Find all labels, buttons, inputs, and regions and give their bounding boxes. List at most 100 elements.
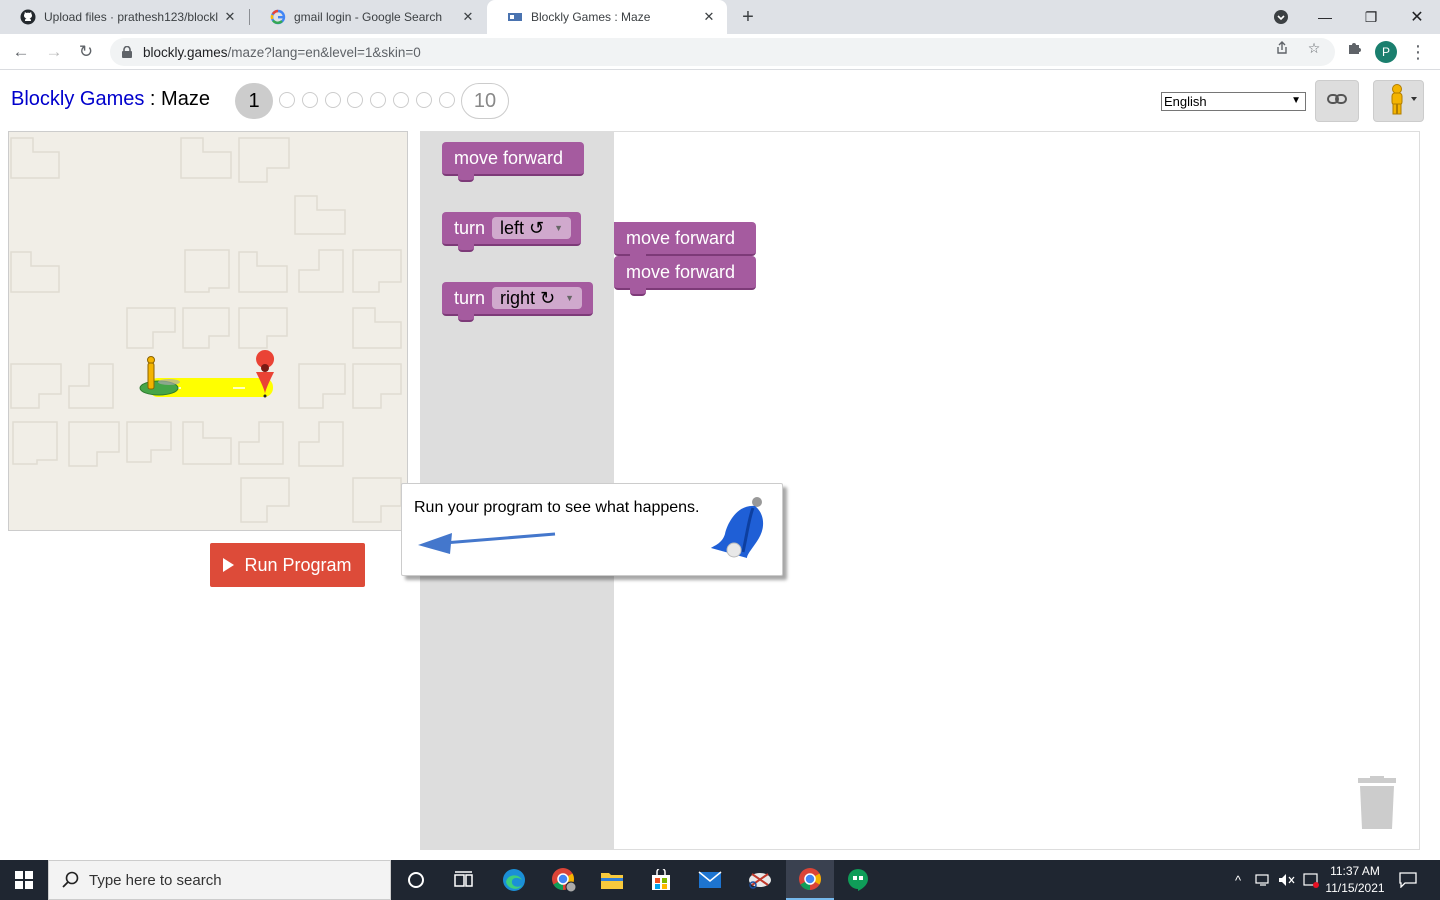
- run-program-button[interactable]: Run Program: [210, 543, 365, 587]
- block-label: turn: [454, 287, 486, 308]
- level-dot[interactable]: [370, 92, 386, 108]
- level-last[interactable]: 10: [461, 83, 509, 119]
- link-icon: [1327, 92, 1347, 110]
- hint-bubble: Run your program to see what happens.: [401, 483, 783, 576]
- github-icon: [20, 9, 36, 25]
- notification-status-icon[interactable]: [1300, 860, 1322, 900]
- bookmark-star-icon[interactable]: ☆: [1306, 40, 1322, 56]
- chevron-down-icon: ▼: [554, 223, 564, 233]
- cortana-icon[interactable]: [392, 860, 440, 900]
- taskbar-clock[interactable]: 11:37 AM 11/15/2021: [1322, 863, 1388, 897]
- url-path: /maze?lang=en&level=1&skin=0: [227, 44, 421, 60]
- share-icon[interactable]: [1274, 40, 1290, 56]
- clock-date: 11/15/2021: [1325, 881, 1385, 895]
- level-current[interactable]: 1: [235, 83, 273, 119]
- level-dot[interactable]: [325, 92, 341, 108]
- forward-icon[interactable]: →: [41, 39, 67, 65]
- volume-muted-icon[interactable]: [1276, 860, 1298, 900]
- title-separator: :: [144, 88, 162, 110]
- restore-icon[interactable]: ❐: [1348, 0, 1394, 34]
- pegman-icon: [147, 356, 180, 390]
- profile-avatar[interactable]: P: [1375, 41, 1397, 63]
- tab-title: Blockly Games : Maze: [531, 10, 651, 24]
- level-dot[interactable]: [302, 92, 318, 108]
- extensions-icon[interactable]: [1346, 40, 1362, 56]
- search-icon: [61, 870, 81, 890]
- maze-display: [8, 131, 408, 531]
- lock-icon[interactable]: [122, 46, 134, 58]
- tab-search-icon[interactable]: [1258, 0, 1304, 34]
- toolbox-block-turn-right[interactable]: turn right ↻ ▼: [442, 282, 593, 322]
- tab-blockly-maze[interactable]: Blockly Games : Maze ✕: [487, 0, 727, 34]
- blockly-games-link[interactable]: Blockly Games: [11, 88, 144, 110]
- hangouts-icon[interactable]: [834, 860, 882, 900]
- action-center-icon[interactable]: [1394, 860, 1422, 900]
- windows-start-icon[interactable]: [0, 860, 48, 900]
- address-bar[interactable]: blockly.games/maze?lang=en&level=1&skin=…: [110, 38, 1335, 66]
- browser-toolbar: ← → ↻ blockly.games/maze?lang=en&level=1…: [0, 34, 1440, 70]
- tab-title: gmail login - Google Search: [294, 10, 443, 24]
- toolbox-block-move-forward[interactable]: move forward: [442, 142, 584, 182]
- level-dot[interactable]: [416, 92, 432, 108]
- tab-google-search[interactable]: gmail login - Google Search ✕: [250, 0, 486, 34]
- minimize-icon[interactable]: —: [1302, 0, 1348, 34]
- pegman-button[interactable]: [1373, 80, 1424, 122]
- turn-direction-dropdown[interactable]: left ↺ ▼: [492, 217, 572, 239]
- dropdown-value: right ↻: [500, 287, 556, 308]
- new-tab-button[interactable]: +: [737, 6, 759, 28]
- play-icon: [223, 558, 235, 572]
- level-dot[interactable]: [393, 92, 409, 108]
- turn-direction-dropdown[interactable]: right ↻ ▼: [492, 287, 583, 309]
- close-tab-icon[interactable]: ✕: [460, 9, 476, 25]
- microsoft-store-icon[interactable]: [637, 860, 685, 900]
- block-label: move forward: [626, 227, 736, 248]
- level-dot[interactable]: [279, 92, 295, 108]
- google-icon: [270, 9, 286, 25]
- arrow-left-icon: [418, 532, 556, 554]
- block-label: move forward: [454, 147, 564, 168]
- close-tab-icon[interactable]: ✕: [701, 9, 717, 25]
- language-value: English: [1164, 94, 1207, 109]
- snipping-tool-icon[interactable]: [736, 860, 784, 900]
- level-dot[interactable]: [347, 92, 363, 108]
- block-label: turn: [454, 217, 486, 238]
- chrome-icon[interactable]: [786, 860, 834, 900]
- url-text: blockly.games/maze?lang=en&level=1&skin=…: [143, 45, 421, 60]
- bell-icon: [711, 497, 764, 558]
- mail-icon[interactable]: [686, 860, 734, 900]
- link-button[interactable]: [1315, 80, 1359, 122]
- taskbar-search-input[interactable]: Type here to search: [48, 860, 391, 900]
- maze-svg: [10, 137, 402, 523]
- close-tab-icon[interactable]: ✕: [222, 9, 238, 25]
- reload-icon[interactable]: ↻: [73, 39, 99, 65]
- pegman-icon: [1379, 82, 1419, 121]
- windows-taskbar: Type here to search ^ 11:37 AM 11/15/202…: [0, 860, 1440, 900]
- chevron-down-icon: ▼: [1291, 95, 1301, 106]
- level-dot[interactable]: [439, 92, 455, 108]
- url-host: blockly.games: [143, 44, 228, 60]
- workspace-block-move-forward[interactable]: move forward: [614, 256, 756, 296]
- clock-time: 11:37 AM: [1330, 864, 1380, 878]
- language-select[interactable]: English ▼: [1161, 92, 1306, 111]
- trash-can-icon[interactable]: [1356, 776, 1398, 831]
- tab-title: Upload files · prathesh123/blockl: [44, 10, 219, 24]
- chrome-profile-icon[interactable]: [540, 860, 588, 900]
- toolbox-block-turn-left[interactable]: turn left ↺ ▼: [442, 212, 581, 252]
- file-explorer-icon[interactable]: [588, 860, 636, 900]
- page-title: Blockly Games : Maze: [11, 88, 210, 111]
- browser-menu-icon[interactable]: ⋮: [1409, 40, 1427, 64]
- run-program-label: Run Program: [244, 554, 352, 575]
- tab-github[interactable]: Upload files · prathesh123/blockl ✕: [0, 0, 248, 34]
- back-icon[interactable]: ←: [8, 39, 34, 65]
- search-placeholder: Type here to search: [89, 871, 222, 889]
- close-window-icon[interactable]: ✕: [1394, 0, 1440, 34]
- edge-browser-icon[interactable]: [490, 860, 538, 900]
- workspace-block-move-forward[interactable]: move forward: [614, 222, 756, 262]
- game-name: Maze: [161, 88, 210, 110]
- tray-chevron-up-icon[interactable]: ^: [1228, 860, 1248, 900]
- dropdown-value: left ↺: [500, 217, 545, 238]
- network-icon[interactable]: [1252, 860, 1274, 900]
- browser-tab-strip: Upload files · prathesh123/blockl ✕ gmai…: [0, 0, 1440, 34]
- task-view-icon[interactable]: [440, 860, 488, 900]
- block-label: move forward: [626, 261, 736, 282]
